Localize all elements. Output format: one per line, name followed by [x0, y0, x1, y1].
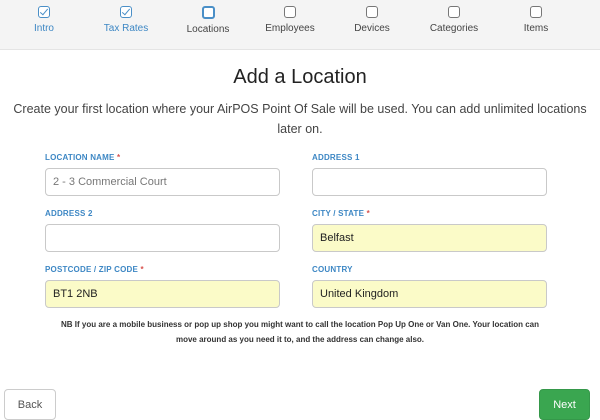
- location-name-field: LOCATION NAME *: [45, 153, 280, 196]
- step-tax-rates[interactable]: Tax Rates: [85, 6, 167, 34]
- address2-input[interactable]: [45, 224, 280, 252]
- address2-label: ADDRESS 2: [45, 209, 93, 218]
- wizard-steps: Intro Tax Rates Locations Employees Devi…: [0, 0, 600, 50]
- step-items[interactable]: Items: [495, 6, 577, 34]
- location-name-label: LOCATION NAME *: [45, 153, 121, 162]
- address1-field: ADDRESS 1: [312, 153, 547, 196]
- required-marker: *: [117, 153, 121, 162]
- step-label: Tax Rates: [103, 23, 149, 34]
- address2-field: ADDRESS 2: [45, 209, 280, 252]
- checked-checkbox-icon: [38, 6, 50, 18]
- step-label: Categories: [429, 23, 479, 34]
- required-marker: *: [366, 209, 370, 218]
- location-note: NB If you are a mobile business or pop u…: [61, 320, 539, 344]
- step-label: Intro: [33, 23, 54, 34]
- unchecked-checkbox-icon: [284, 6, 296, 18]
- required-marker: *: [140, 265, 144, 274]
- postcode-label: POSTCODE / ZIP CODE *: [45, 265, 144, 274]
- back-button[interactable]: Back: [4, 389, 56, 420]
- postcode-input[interactable]: [45, 280, 280, 308]
- city-state-input[interactable]: [312, 224, 547, 252]
- step-devices[interactable]: Devices: [331, 6, 413, 34]
- address1-label: ADDRESS 1: [312, 153, 360, 162]
- checked-checkbox-icon: [120, 6, 132, 18]
- postcode-field: POSTCODE / ZIP CODE *: [45, 265, 280, 308]
- step-label: Employees: [265, 23, 315, 34]
- step-label: Locations: [186, 24, 230, 35]
- country-label: COUNTRY: [312, 265, 353, 274]
- page-title: Add a Location: [233, 66, 367, 88]
- step-locations[interactable]: Locations: [167, 6, 249, 35]
- step-categories[interactable]: Categories: [413, 6, 495, 34]
- step-label: Items: [523, 23, 549, 34]
- current-step-checkbox-icon: [201, 6, 215, 19]
- next-button[interactable]: Next: [539, 389, 590, 420]
- step-employees[interactable]: Employees: [249, 6, 331, 34]
- city-state-label: CITY / STATE *: [312, 209, 370, 218]
- unchecked-checkbox-icon: [448, 6, 460, 18]
- unchecked-checkbox-icon: [366, 6, 378, 18]
- city-state-field: CITY / STATE *: [312, 209, 547, 252]
- step-label: Devices: [354, 23, 390, 34]
- country-input[interactable]: [312, 280, 547, 308]
- unchecked-checkbox-icon: [530, 6, 542, 18]
- address1-input[interactable]: [312, 168, 547, 196]
- page-subtitle: Create your first location where your Ai…: [13, 102, 587, 136]
- step-intro[interactable]: Intro: [3, 6, 85, 34]
- country-field: COUNTRY: [312, 265, 547, 308]
- location-name-input[interactable]: [45, 168, 280, 196]
